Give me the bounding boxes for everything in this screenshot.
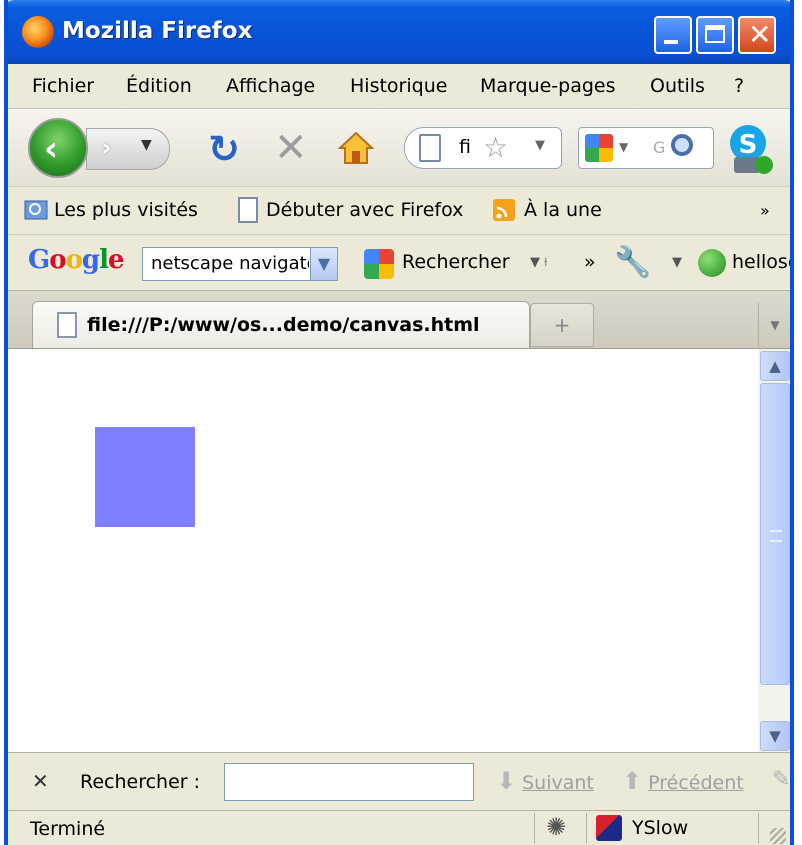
menu-help[interactable]: ? [734,75,744,97]
close-icon: ✕ [748,18,772,51]
reload-icon[interactable]: ↻ [208,127,240,171]
search-engine-icon[interactable] [585,134,613,162]
google-search-dropdown-icon[interactable]: ▼ ⟊ [530,255,547,270]
new-tab-button[interactable]: + [530,303,594,347]
maximize-icon [705,25,725,43]
highlight-icon[interactable]: ✎ [772,767,790,792]
google-search-icon [364,249,394,279]
menu-fichier[interactable]: Fichier [32,75,94,97]
firefox-logo-icon [22,16,54,48]
folder-search-icon [24,200,48,220]
tab-canvas[interactable]: file:///P:/www/os...demo/canvas.html [32,301,530,349]
tab-strip: file:///P:/www/os...demo/canvas.html + ▼ [8,290,790,349]
search-engine-dropdown-icon[interactable]: ▼ [619,140,628,154]
arrow-up-icon: ⬆ [622,767,643,795]
maximize-button[interactable] [696,16,734,54]
status-text: Terminé [30,818,106,840]
scroll-thumb[interactable] [760,383,790,685]
menu-historique[interactable]: Historique [350,75,447,97]
minimize-icon [664,40,678,44]
url-input[interactable]: fi [459,136,471,158]
menu-bar: Fichier Édition Affichage Historique Mar… [8,64,790,108]
yslow-label[interactable]: YSlow [632,817,688,839]
scroll-up-button[interactable]: ▲ [760,351,790,381]
find-next-button[interactable]: ⬇ Suivant [496,767,594,795]
tab-list-dropdown-icon[interactable]: ▼ [758,303,790,347]
account-status-icon[interactable] [698,249,726,277]
google-search-value: netscape navigator [151,253,309,274]
vertical-scrollbar[interactable]: ▲ ▼ [758,349,790,753]
tab-title: file:///P:/www/os...demo/canvas.html [87,314,480,336]
canvas-square [95,427,195,527]
bookmarks-toolbar: Les plus visités Débuter avec Firefox À … [8,186,790,235]
page-icon [238,197,258,223]
status-separator [586,813,587,844]
bookmark-les-plus-visites[interactable]: Les plus visités [54,199,198,221]
browser-window: Mozilla Firefox ✕ Fichier Édition Affich… [4,0,794,845]
find-previous-label: Précédent [648,772,744,794]
google-toolbar-overflow-button[interactable]: » [584,251,596,273]
google-search-button[interactable]: Rechercher [402,251,510,273]
search-icon[interactable] [671,134,693,156]
bookmarks-overflow-button[interactable]: » [760,201,770,220]
window-title: Mozilla Firefox [62,18,253,44]
arrow-down-icon: ⬇ [496,767,517,795]
stop-icon[interactable]: ✕ [274,125,308,171]
grip-icon [770,530,782,542]
find-label: Rechercher : [80,771,201,793]
firebug-icon[interactable]: ✺ [546,813,566,841]
forward-arrow-icon: › [101,133,112,163]
status-bar: Terminé ✺ YSlow [8,810,790,845]
search-box[interactable]: ▼ G [578,127,714,169]
search-placeholder-icon: G [653,138,666,157]
menu-outils[interactable]: Outils [650,75,705,97]
page-icon [419,134,441,162]
home-icon[interactable] [338,131,374,165]
wrench-dropdown-icon[interactable]: ▼ [672,255,682,270]
minimize-button[interactable] [654,16,692,54]
bookmark-star-icon[interactable]: ☆ [483,131,508,164]
resize-grip-icon[interactable] [770,828,786,844]
rss-feed-icon [493,199,515,221]
google-toolbar: Google netscape navigator ▼ Rechercher ▼… [8,234,790,291]
yslow-icon[interactable] [596,815,622,841]
forward-button[interactable]: › ▼ [86,128,170,170]
skype-icon[interactable]: S [726,123,774,175]
google-logo[interactable]: Google [28,245,125,275]
page-content: ▲ ▼ [8,348,790,753]
page-icon [57,312,77,338]
menu-marque-pages[interactable]: Marque-pages [480,75,616,97]
back-button[interactable]: ‹ [28,118,88,178]
title-bar[interactable]: Mozilla Firefox ✕ [8,0,790,64]
navigation-toolbar: › ▼ ‹ ↻ ✕ fi ☆ ▼ ▼ G S [8,108,790,187]
chevron-down-icon[interactable]: ▼ [310,248,337,280]
status-separator [758,813,759,844]
menu-affichage[interactable]: Affichage [226,75,315,97]
url-bar[interactable]: fi ☆ ▼ [404,127,562,169]
bookmark-debuter-avec-firefox[interactable]: Débuter avec Firefox [266,199,463,221]
close-find-bar-icon[interactable]: ✕ [32,769,49,793]
google-account-label[interactable]: hellosq [732,251,790,273]
find-bar: ✕ Rechercher : ⬇ Suivant ⬆ Précédent ✎ [8,752,790,811]
scroll-down-button[interactable]: ▼ [760,721,790,751]
google-search-input[interactable]: netscape navigator ▼ [142,247,338,281]
wrench-icon[interactable]: 🔧 [614,245,651,280]
find-previous-button[interactable]: ⬆ Précédent [622,767,744,795]
svg-text:S: S [739,130,758,160]
back-arrow-icon: ‹ [44,129,59,169]
close-button[interactable]: ✕ [738,16,776,54]
history-dropdown-icon[interactable]: ▼ [141,137,152,153]
url-dropdown-icon[interactable]: ▼ [535,138,545,153]
menu-edition[interactable]: Édition [126,75,192,97]
find-next-label: Suivant [522,772,594,794]
find-input[interactable] [224,763,474,801]
status-separator [534,813,535,844]
bookmark-a-la-une[interactable]: À la une [524,199,602,221]
